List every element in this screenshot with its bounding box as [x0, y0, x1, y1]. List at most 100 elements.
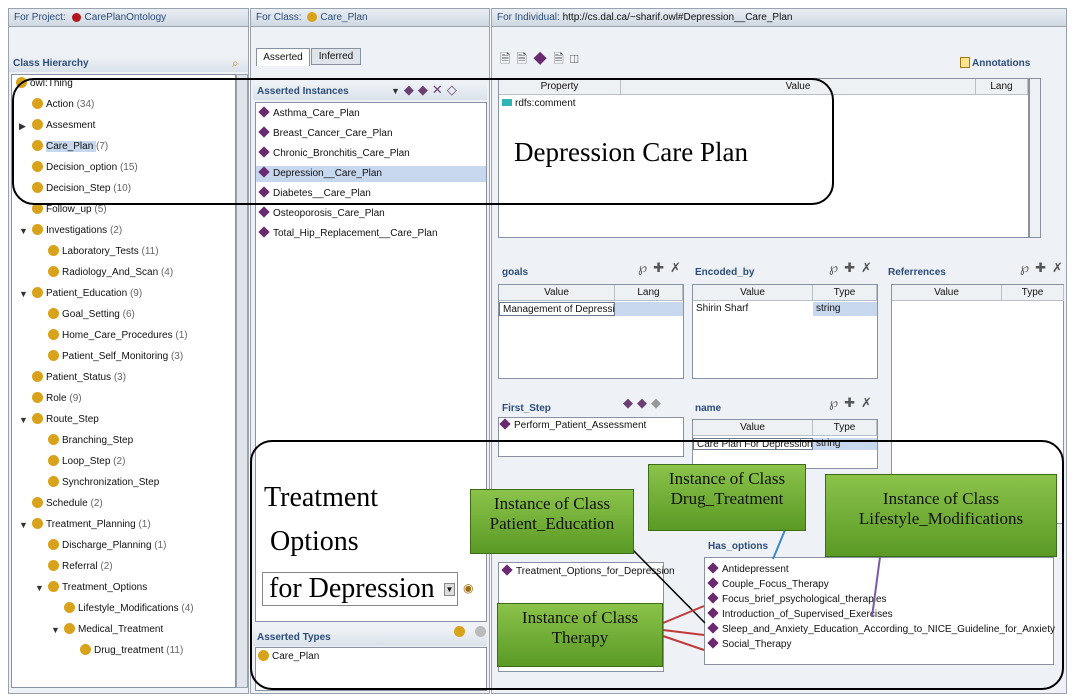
class-icon [32, 224, 43, 235]
combo-arrow-icon[interactable]: ▼ [444, 583, 455, 596]
encoded-value[interactable]: Shirin Sharf [693, 302, 813, 316]
tree-item[interactable]: ▼ Patient_Education (9) [19, 286, 142, 302]
add-icon[interactable]: ✚ [653, 260, 670, 275]
class-icon [307, 12, 318, 22]
tree-item[interactable]: Patient_Self_Monitoring (3) [48, 349, 183, 365]
layout-icon[interactable]: ◫ [570, 51, 585, 66]
search-icon[interactable]: ℘ [1020, 260, 1035, 275]
class-icon [48, 266, 59, 277]
class-label: For Class: [256, 12, 302, 23]
remove-icon[interactable]: ✗ [861, 395, 878, 410]
collapse-icon[interactable]: ▼ [35, 580, 44, 596]
doc-props-icon[interactable]: 🗎 [516, 51, 532, 66]
tree-item[interactable]: ▼ Treatment_Planning (1) [19, 517, 151, 533]
class-hierarchy-title: Class Hierarchy [9, 56, 248, 72]
instance-label: Total_Hip_Replacement__Care_Plan [273, 228, 438, 239]
tree-item[interactable]: ▼ Investigations (2) [19, 223, 122, 239]
instance-icon [499, 418, 511, 430]
tree-item-count: (2) [100, 561, 113, 572]
tree-item[interactable]: ▼ Treatment_Options [35, 580, 147, 596]
first-step-value: Perform_Patient_Assessment [514, 420, 647, 431]
add-icon[interactable]: ✚ [844, 260, 861, 275]
tree-item[interactable]: Branching_Step [48, 433, 133, 449]
collapse-icon[interactable]: ▼ [19, 286, 28, 302]
goals-lang[interactable] [615, 302, 683, 316]
new-doc-icon[interactable]: 🗎 [500, 51, 516, 66]
callout-line: Instance of Class [521, 608, 639, 627]
binoculars-icon[interactable]: ◉ [463, 581, 473, 595]
delete-value-icon[interactable]: 🗎 [553, 51, 569, 66]
add-value-icon[interactable]: ◆ [533, 51, 553, 66]
annotations-tab[interactable]: Annotations [960, 57, 1030, 69]
callout-line: Instance of Class [493, 494, 611, 513]
tree-item-count: (6) [122, 309, 135, 320]
encoded-type[interactable]: string [813, 302, 877, 316]
add-instance-icon[interactable]: ◆ [637, 395, 651, 410]
tree-item[interactable]: Referral (2) [48, 559, 113, 575]
tree-item[interactable]: Home_Care_Procedures (1) [48, 328, 188, 344]
class-icon [32, 371, 43, 382]
references-toolbar: ℘✚✗ [1020, 260, 1069, 276]
create-instance-icon[interactable]: ◆ [623, 395, 637, 410]
remove-icon[interactable]: ✗ [1052, 260, 1069, 275]
tab-inferred[interactable]: Inferred [311, 48, 361, 65]
tree-item-label: Patient_Self_Monitoring [62, 351, 171, 362]
first-step-item[interactable]: Perform_Patient_Assessment [499, 418, 646, 434]
remove-icon[interactable]: ✗ [670, 260, 687, 275]
instance-item[interactable]: Osteoporosis_Care_Plan [256, 206, 486, 222]
tree-item-label: Medical_Treatment [78, 624, 164, 635]
tree-item-label: Referral [62, 561, 101, 572]
tree-item[interactable]: ▼ Route_Step [19, 412, 99, 428]
tab-asserted[interactable]: Asserted [256, 48, 310, 66]
class-icon [32, 287, 43, 298]
callout-line: Instance of Class [668, 469, 786, 488]
treatment-label-line2: Options [270, 526, 359, 557]
tree-item-count: (11) [141, 246, 159, 257]
individual-header: For Individual: http://cs.dal.ca/~sharif… [492, 9, 1066, 27]
tree-item[interactable]: Loop_Step (2) [48, 454, 125, 470]
tree-item-count: (11) [166, 645, 184, 656]
encoded-col-type: Type [813, 285, 877, 301]
encoded-by-table[interactable]: Value Type Shirin Sharf string [692, 284, 878, 379]
class-icon [80, 644, 91, 655]
search-icon[interactable]: ℘ [829, 260, 844, 275]
class-icon [48, 476, 59, 487]
goals-table[interactable]: Value Lang Management of DepressionI [498, 284, 684, 379]
tree-item-count: (2) [113, 456, 126, 467]
class-icon [48, 329, 59, 340]
treatment-combo[interactable]: for Depression ▼ [262, 572, 458, 606]
add-icon[interactable]: ✚ [844, 395, 861, 410]
tree-item-count: (1) [175, 330, 188, 341]
name-col-value: Value [693, 420, 813, 436]
tree-item[interactable]: Role (9) [32, 391, 82, 407]
collapse-icon[interactable]: ▼ [19, 517, 28, 533]
tree-item[interactable]: Schedule (2) [32, 496, 103, 512]
instance-item[interactable]: Total_Hip_Replacement__Care_Plan [256, 226, 486, 242]
goals-value[interactable]: Management of DepressionI [499, 302, 615, 316]
tree-item[interactable]: Laboratory_Tests (11) [48, 244, 159, 260]
remove-icon[interactable]: ✗ [861, 260, 878, 275]
search-icon[interactable]: ℘ [829, 395, 844, 410]
collapse-icon[interactable]: ▼ [51, 622, 60, 638]
find-class-icon[interactable]: ⌕ [232, 56, 239, 71]
tree-item-label: Follow_up [46, 204, 95, 215]
collapse-icon[interactable]: ▼ [19, 412, 28, 428]
depression-care-plan-label: Depression Care Plan [514, 137, 748, 167]
tree-item[interactable]: Radiology_And_Scan (4) [48, 265, 173, 281]
tree-item-count: (2) [90, 498, 103, 509]
tree-item[interactable]: Patient_Status (3) [32, 370, 126, 386]
tree-item[interactable]: Drug_treatment (11) [80, 643, 183, 659]
collapse-icon[interactable]: ▼ [19, 223, 28, 239]
tree-item[interactable]: Goal_Setting (6) [48, 307, 135, 323]
add-icon[interactable]: ✚ [1035, 260, 1052, 275]
tree-item[interactable]: Synchronization_Step [48, 475, 159, 491]
tree-item[interactable]: ▼ Medical_Treatment [51, 622, 164, 638]
remove-instance-icon[interactable]: ◆ [651, 395, 665, 410]
tree-item[interactable]: Lifestyle_Modifications (4) [64, 601, 194, 617]
search-icon[interactable]: ℘ [638, 260, 653, 275]
annotations-scrollbar[interactable] [1029, 78, 1041, 238]
class-icon [48, 308, 59, 319]
tree-item[interactable]: Discharge_Planning (1) [48, 538, 167, 554]
name-toolbar: ℘✚✗ [829, 395, 878, 411]
name-title: name [695, 403, 722, 414]
